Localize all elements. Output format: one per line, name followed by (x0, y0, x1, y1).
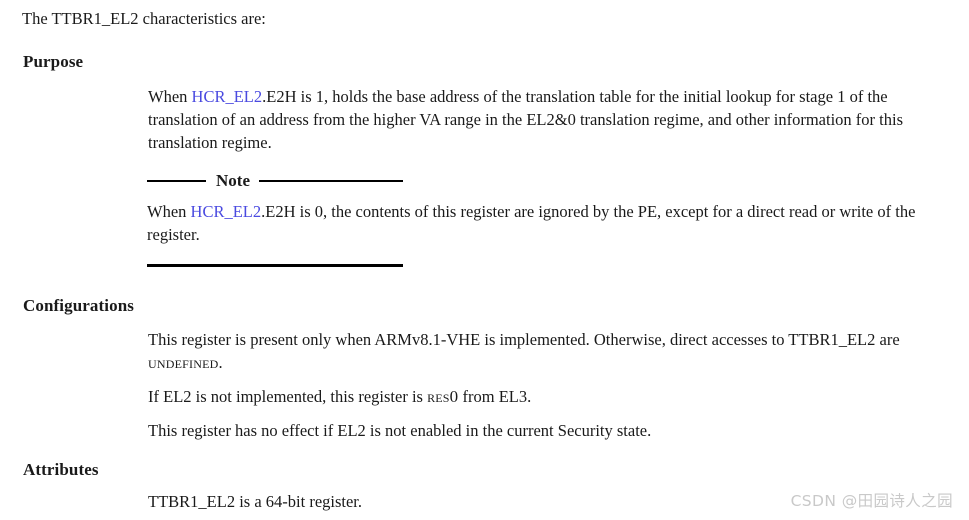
csdn-watermark: CSDN @田园诗人之园 (790, 492, 953, 510)
note-bottom-rule (147, 264, 403, 267)
note-text-suffix: .E2H is 0, the contents of this register… (147, 202, 916, 244)
note-body: When HCR_EL2.E2H is 0, the contents of t… (147, 200, 947, 246)
note-text-prefix: When (147, 202, 191, 221)
note-label: Note (216, 170, 250, 190)
section-heading-configurations-label: Configurations (23, 296, 134, 315)
config-2-part2: from EL3. (458, 387, 532, 406)
note-rule-right-segment (258, 179, 403, 183)
intro-line: The TTBR1_EL2 characteristics are: (22, 8, 266, 30)
section-heading-attributes-label: Attributes (23, 460, 99, 479)
document-page: The TTBR1_EL2 characteristics are: Purpo… (0, 0, 969, 520)
config-1-smallcaps: UNDEFINED (148, 353, 219, 372)
config-paragraph-1: This register is present only when ARMv8… (148, 328, 938, 374)
purpose-text-suffix: .E2H is 1, holds the base address of the… (148, 87, 903, 152)
section-heading-purpose-label: Purpose (23, 52, 84, 71)
section-heading-attributes: Attributes (23, 459, 99, 481)
section-body-purpose: When HCR_EL2.E2H is 1, holds the base ad… (148, 85, 938, 154)
config-1-part2: . (218, 353, 223, 372)
config-1-part1: This register is present only when ARMv8… (148, 330, 900, 349)
hcr-el2-link[interactable]: HCR_EL2 (192, 87, 263, 106)
section-heading-purpose: Purpose (23, 51, 83, 73)
note-rule-left-segment (147, 179, 206, 183)
section-heading-configurations: Configurations (23, 295, 134, 317)
config-3-part1: This register has no effect if EL2 is no… (148, 421, 652, 440)
hcr-el2-link-note[interactable]: HCR_EL2 (191, 202, 262, 221)
config-paragraph-2: If EL2 is not implemented, this register… (148, 385, 938, 408)
note-paragraph: When HCR_EL2.E2H is 0, the contents of t… (147, 200, 947, 246)
config-paragraph-3: This register has no effect if EL2 is no… (148, 419, 938, 442)
note-callout: Note When HCR_EL2.E2H is 0, the contents… (147, 171, 915, 267)
purpose-text-prefix: When (148, 87, 192, 106)
config-2-part1: If EL2 is not implemented, this register… (148, 387, 428, 406)
section-body-configurations: This register is present only when ARMv8… (148, 328, 938, 442)
purpose-paragraph: When HCR_EL2.E2H is 1, holds the base ad… (148, 85, 938, 154)
config-2-smallcaps: RES0 (427, 387, 459, 406)
intro-text: The TTBR1_EL2 characteristics are: (22, 9, 266, 28)
note-top-rule: Note (147, 171, 403, 191)
